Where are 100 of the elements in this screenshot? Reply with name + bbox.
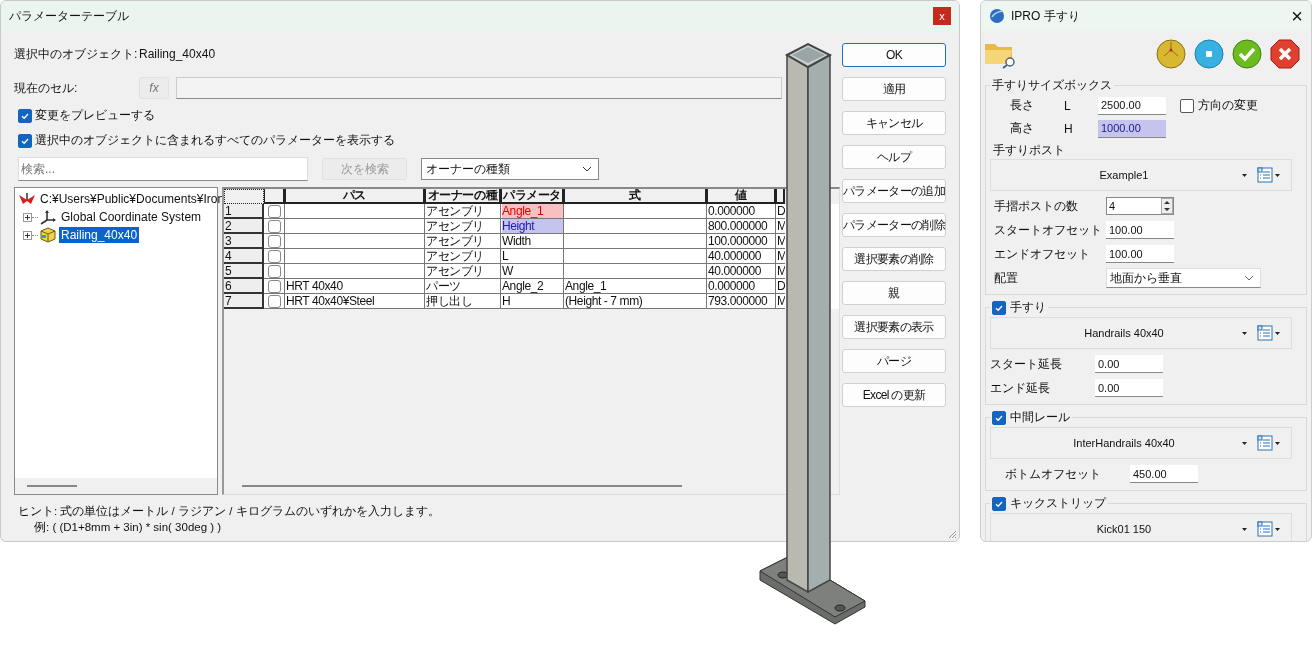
row-header[interactable]: 6 (224, 279, 264, 294)
checkbox[interactable] (267, 294, 281, 308)
expand-icon[interactable] (23, 230, 32, 240)
row-header[interactable]: 4 (224, 249, 264, 264)
column-header[interactable] (224, 189, 264, 204)
row-header[interactable]: 1 (224, 204, 264, 219)
field-label: エンドオフセット (994, 245, 1091, 263)
column-header[interactable] (776, 189, 785, 204)
input-field[interactable]: 2500.00 (1098, 96, 1166, 115)
table-cell: HRT 40x40¥Steel (285, 294, 425, 309)
field-label: ボトムオフセット (1005, 465, 1102, 483)
table-cell: 793.000000 (707, 294, 776, 309)
checkbox[interactable] (18, 133, 32, 148)
checkbox[interactable] (992, 300, 1006, 315)
checkbox[interactable] (267, 264, 281, 278)
sphere-icon[interactable] (1155, 38, 1187, 70)
table-cell: (Height - 7 mm) (564, 294, 707, 309)
dialog-button[interactable]: 適用 (842, 77, 946, 101)
expand-icon[interactable] (23, 212, 32, 222)
hint-text: 例: ( (D1+8mm + 3in) * sin( 30deg ) ) (33, 520, 223, 535)
field-label: エンド延長 (990, 379, 1051, 397)
checkbox[interactable] (992, 496, 1006, 511)
checkbox-label: 変更をプレビューする (35, 107, 155, 124)
group-title: キックストリップ (1010, 495, 1106, 512)
chevron-down-icon (582, 166, 592, 172)
field-label: スタート延長 (990, 355, 1063, 373)
field-label: 選択中のオブジェクト: (14, 45, 139, 63)
checkmark-icon[interactable] (1231, 38, 1263, 70)
field-label: 長さ (1009, 97, 1035, 114)
column-header[interactable] (264, 189, 285, 204)
checkbox[interactable] (1180, 98, 1194, 113)
resize-grip-icon[interactable] (947, 529, 957, 539)
chevron-down-icon (1244, 275, 1254, 281)
close-button[interactable]: x (933, 7, 951, 25)
window-title: パラメーターテーブル (9, 7, 130, 25)
tree-item[interactable]: Railing_40x40 (59, 227, 140, 243)
axis-label: L (1064, 98, 1072, 113)
axis-label: H (1064, 121, 1074, 136)
highlighted-text: Angle_1 (502, 204, 563, 218)
selected-object-name: Railing_40x40 (139, 47, 216, 61)
column-header[interactable]: 式 (564, 189, 707, 204)
checkbox[interactable] (267, 219, 281, 233)
column-header[interactable]: オーナーの種 (425, 189, 501, 204)
row-header[interactable]: 7 (224, 294, 264, 309)
row-header[interactable]: 5 (224, 264, 264, 279)
row-header[interactable]: 2 (224, 219, 264, 234)
checkbox[interactable] (18, 108, 32, 123)
field-label: 現在のセル: (14, 79, 79, 97)
highlighted-text: Angle_2 (502, 279, 545, 293)
close-icon[interactable] (1269, 38, 1301, 70)
owner-type-dropdown[interactable]: オーナーの種類 (421, 158, 599, 180)
checkbox[interactable] (267, 204, 281, 218)
input-field[interactable]: 100.00 (1106, 221, 1174, 239)
dialog-button[interactable]: パージ (842, 349, 946, 373)
input-field[interactable]: 0.00 (1095, 379, 1163, 397)
hint-text: ヒント: 式の単位はメートル / ラジアン / キログラムのいずれかを入力します。 (18, 504, 441, 519)
highlighted-text: Height (502, 219, 563, 233)
dialog-button[interactable]: 選択要素の表示 (842, 315, 946, 339)
field-label: 高さ (1009, 120, 1035, 137)
globe-icon (989, 8, 1005, 24)
spinner-arrows-icon[interactable] (1161, 198, 1173, 214)
function-button[interactable]: fx (139, 77, 169, 99)
row-header[interactable]: 3 (224, 234, 264, 249)
close-button[interactable]: × (1291, 6, 1303, 26)
input-field[interactable]: 0.00 (1095, 355, 1163, 373)
table-cell: 押し出し (425, 294, 501, 309)
checkbox-label: 選択中のオブジェクトに含まれるすべてのパラメーターを表示する (35, 132, 395, 149)
dialog-button[interactable]: ヘルプ (842, 145, 946, 169)
search-field[interactable]: 検索... (18, 157, 308, 181)
tree-item[interactable]: C:¥Users¥Public¥Documents¥Iron (38, 191, 227, 207)
field-label: 手摺ポストの数 (994, 197, 1079, 215)
stop-icon[interactable] (1193, 38, 1225, 70)
checkbox[interactable] (267, 249, 281, 263)
dialog-button[interactable]: キャンセル (842, 111, 946, 135)
checkbox[interactable] (267, 279, 281, 293)
dialog-button[interactable]: パラメーターの追加 (842, 179, 946, 203)
highlighted-text: L (502, 249, 510, 263)
scrollbar[interactable] (15, 478, 217, 494)
field-label: スタートオフセット (994, 221, 1103, 239)
group-title: 手すりポスト (992, 142, 1066, 158)
dialog-button[interactable]: Excel の更新 (842, 383, 946, 407)
dialog-button[interactable]: 選択要素の削除 (842, 247, 946, 271)
number-spinner[interactable]: 4 (1106, 197, 1174, 215)
input-field[interactable]: 100.00 (1106, 245, 1174, 263)
column-header[interactable]: 値 (707, 189, 776, 204)
input-field[interactable]: 450.00 (1130, 465, 1198, 483)
formula-field[interactable] (176, 77, 782, 99)
cube-icon (39, 227, 57, 243)
tree-item[interactable]: Global Coordinate System (59, 209, 204, 225)
dialog-button[interactable]: 親 (842, 281, 946, 305)
dialog-button[interactable]: パラメーターの削除 (842, 213, 946, 237)
placement-dropdown[interactable]: 地面から垂直 (1106, 268, 1261, 288)
checkbox[interactable] (267, 234, 281, 248)
field-label: 配置 (994, 269, 1019, 287)
input-field[interactable]: 1000.00 (1098, 119, 1166, 138)
column-header[interactable]: パラメータ (501, 189, 564, 204)
column-header[interactable]: パス (285, 189, 425, 204)
tripod-icon (18, 192, 36, 206)
dialog-button[interactable]: OK (842, 43, 946, 67)
checkbox[interactable] (992, 410, 1006, 425)
